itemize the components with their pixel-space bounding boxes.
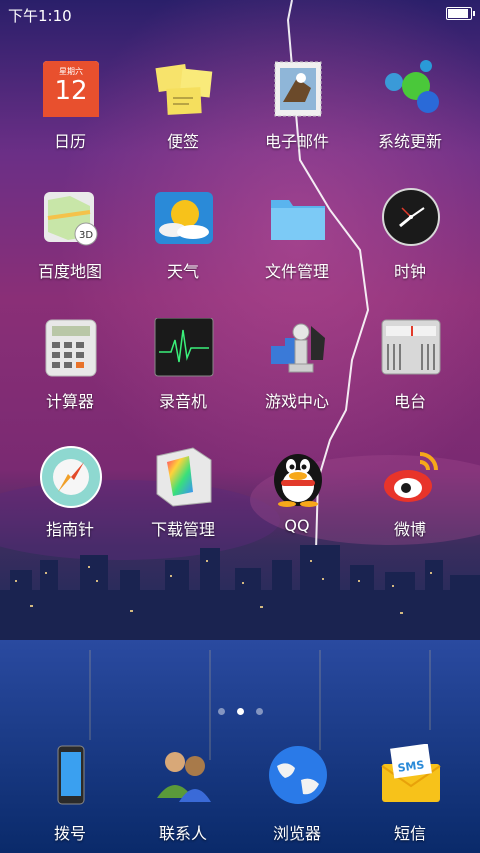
app-label: QQ: [284, 516, 310, 535]
notes-icon: [155, 64, 213, 115]
game-center-icon: [271, 323, 325, 373]
app-label: 百度地图: [37, 262, 102, 281]
weather-icon: [155, 192, 213, 244]
app-game-center[interactable]: 游戏中心: [241, 318, 353, 438]
folder-icon: [271, 200, 325, 240]
clock-icon: [382, 188, 440, 246]
app-clock[interactable]: 时钟: [354, 188, 466, 308]
app-label: 微博: [393, 520, 426, 539]
app-label: 短信: [393, 824, 426, 843]
download-manager-icon: [156, 447, 212, 507]
dock-phone[interactable]: 拨号: [14, 744, 126, 853]
calendar-day: 12: [54, 76, 88, 106]
home-screen: 下午1:10 星期六 12 日历 便签 电子邮件 系统更新 3D 百度地图 天气…: [0, 0, 480, 853]
dock-browser[interactable]: 浏览器: [241, 744, 353, 853]
contacts-icon: [157, 752, 211, 802]
app-label: 录音机: [158, 392, 207, 411]
app-weibo[interactable]: 微博: [354, 446, 466, 566]
radio-icon: [381, 319, 441, 375]
browser-icon: [269, 746, 327, 804]
app-recorder[interactable]: 录音机: [127, 318, 239, 438]
app-label: 文件管理: [264, 262, 329, 281]
page-dot-active[interactable]: [236, 708, 244, 715]
app-weather[interactable]: 天气: [127, 188, 239, 308]
app-system-update[interactable]: 系统更新: [354, 58, 466, 178]
app-label: 指南针: [45, 520, 94, 539]
app-label: 联系人: [158, 824, 207, 843]
app-calculator[interactable]: 计算器: [14, 318, 126, 438]
dock-sms[interactable]: SMS 短信: [354, 744, 466, 853]
page-dot[interactable]: [255, 708, 263, 715]
phone-icon: [57, 745, 85, 805]
app-label: 系统更新: [377, 132, 442, 151]
status-time: 下午1:10: [8, 7, 72, 25]
app-label: 电台: [393, 392, 426, 411]
status-bar: 下午1:10: [0, 0, 480, 28]
app-file-manager[interactable]: 文件管理: [241, 188, 353, 308]
app-email[interactable]: 电子邮件: [241, 58, 353, 178]
weibo-icon: [384, 452, 438, 502]
app-label: 拨号: [53, 824, 86, 843]
app-label: 计算器: [45, 392, 94, 411]
app-notes[interactable]: 便签: [127, 58, 239, 178]
compass-icon: [40, 446, 102, 508]
app-baidu-map[interactable]: 3D 百度地图: [14, 188, 126, 308]
calculator-icon: [45, 319, 97, 377]
app-label: 游戏中心: [264, 392, 329, 411]
mail-icon: [274, 61, 322, 117]
dock-contacts[interactable]: 联系人: [127, 744, 239, 853]
app-label: 天气: [166, 262, 199, 281]
svg-text:3D: 3D: [79, 230, 93, 241]
recorder-icon: [154, 318, 214, 377]
app-label: 日历: [53, 132, 86, 151]
app-calendar[interactable]: 星期六 12 日历: [14, 58, 126, 178]
system-update-icon: [385, 60, 439, 113]
app-radio[interactable]: 电台: [354, 318, 466, 438]
page-dot[interactable]: [217, 708, 225, 715]
map-icon: 3D: [44, 192, 98, 246]
app-label: 浏览器: [272, 824, 321, 843]
app-label: 时钟: [393, 262, 426, 281]
app-label: 电子邮件: [264, 132, 329, 151]
app-label: 下载管理: [150, 520, 215, 539]
app-qq[interactable]: QQ: [241, 446, 353, 566]
page-indicator[interactable]: [0, 700, 480, 715]
qq-icon: [274, 454, 322, 507]
battery-level: [448, 9, 468, 18]
app-download-manager[interactable]: 下载管理: [127, 446, 239, 566]
app-compass[interactable]: 指南针: [14, 446, 126, 566]
battery-icon: [446, 7, 475, 20]
app-label: 便签: [166, 132, 199, 151]
